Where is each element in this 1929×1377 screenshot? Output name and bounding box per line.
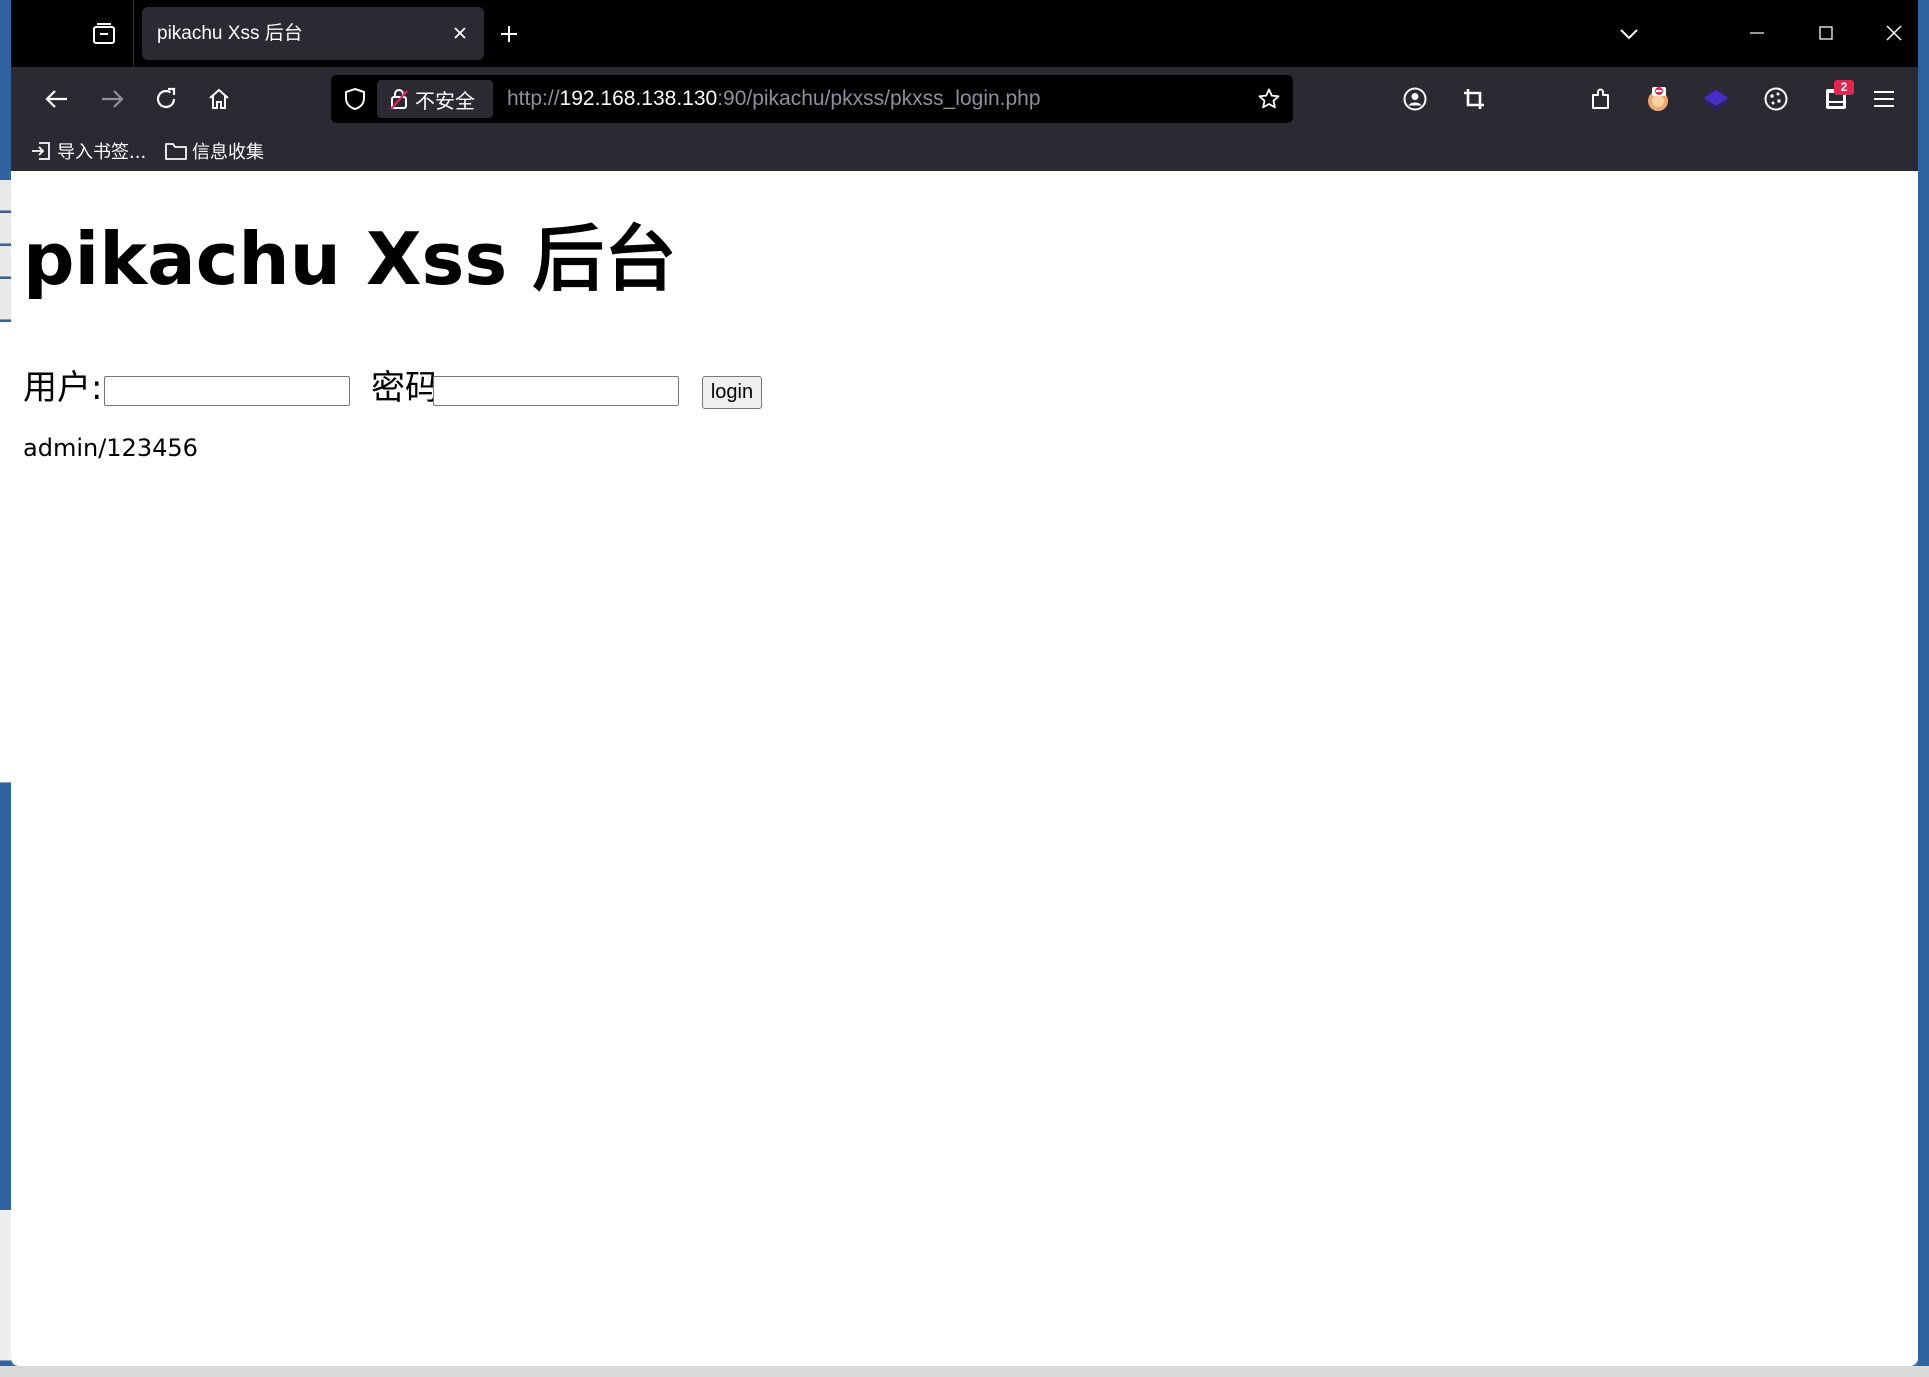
minimize-icon <box>1750 32 1764 34</box>
extension-avatar-icon <box>1648 87 1668 111</box>
extensions-button[interactable] <box>1581 79 1621 119</box>
desktop-window-fragment <box>0 322 11 783</box>
close-icon <box>1886 25 1902 41</box>
import-icon <box>29 139 53 163</box>
desktop-taskbar-edge <box>0 1366 1929 1377</box>
username-input[interactable] <box>104 376 350 406</box>
bookmark-import[interactable]: 导入书签... <box>29 135 146 167</box>
bookmark-folder-info[interactable]: 信息收集 <box>164 135 264 167</box>
folder-icon <box>164 139 188 163</box>
app-menu-button[interactable] <box>1864 79 1904 119</box>
desktop-background-left <box>0 0 11 1377</box>
puzzle-icon <box>1592 88 1609 109</box>
bookmark-label: 信息收集 <box>192 142 264 163</box>
url-scheme: http:// <box>507 87 560 110</box>
firefox-view-button[interactable] <box>86 16 122 52</box>
page-title: pikachu Xss 后台 <box>23 217 677 301</box>
address-bar[interactable]: 不安全 http://192.168.138.130:90/pikachu/pk… <box>331 75 1293 123</box>
crop-icon <box>1464 89 1484 109</box>
extension-layers-button[interactable] <box>1696 79 1736 119</box>
maximize-icon <box>1819 26 1833 40</box>
home-icon <box>209 88 229 109</box>
extension-hackbar-button[interactable] <box>1638 79 1678 119</box>
arrow-right-icon <box>102 90 124 108</box>
tab-close-button[interactable] <box>448 21 472 45</box>
url-path: :90/pikachu/pkxss/pkxss_login.php <box>717 87 1041 110</box>
back-button[interactable] <box>37 79 77 119</box>
tab-strip: pikachu Xss 后台 <box>11 0 1918 67</box>
maximize-button[interactable] <box>1801 10 1851 56</box>
close-window-button[interactable] <box>1869 10 1918 56</box>
tab-active[interactable]: pikachu Xss 后台 <box>142 7 484 60</box>
extension-badge-count: 2 <box>1834 80 1854 95</box>
insecure-lock-icon <box>385 85 413 113</box>
account-icon <box>1403 87 1427 111</box>
bookmark-label: 导入书签... <box>57 142 147 163</box>
reload-icon <box>156 87 176 109</box>
site-security-button[interactable]: 不安全 <box>377 80 493 118</box>
credentials-hint: admin/123456 <box>23 434 198 462</box>
account-button[interactable] <box>1395 79 1435 119</box>
tracking-protection-button[interactable] <box>341 85 369 113</box>
layers-icon <box>1703 90 1729 111</box>
close-icon <box>454 27 466 39</box>
tab-title: pikachu Xss 后台 <box>157 23 303 44</box>
bookmark-star-button[interactable] <box>1255 85 1283 113</box>
desktop-background-right <box>1918 0 1929 1377</box>
username-label: 用户: <box>23 368 103 408</box>
desktop-window-fragment <box>0 213 11 244</box>
desktop-window-fragment <box>0 246 11 277</box>
minimize-button[interactable] <box>1732 10 1782 56</box>
plus-icon <box>501 26 517 42</box>
password-input[interactable] <box>433 376 679 406</box>
extension-notes-button[interactable]: 2 <box>1816 79 1856 119</box>
firefox-view-icon <box>93 23 115 44</box>
bookmarks-toolbar: 导入书签... 信息收集 <box>11 131 1918 171</box>
navigation-toolbar: 不安全 http://192.168.138.130:90/pikachu/pk… <box>11 67 1918 131</box>
new-tab-button[interactable] <box>491 16 527 52</box>
url-host: 192.168.138.130 <box>559 87 718 110</box>
security-label: 不安全 <box>415 88 475 113</box>
login-button[interactable]: login <box>702 376 762 409</box>
desktop-window-fragment <box>0 180 11 211</box>
browser-window: pikachu Xss 后台 不安全 http://192.168.138.13… <box>11 0 1918 1366</box>
chevron-down-icon <box>1620 29 1638 40</box>
tab-separator <box>133 0 134 67</box>
password-label: 密码 <box>371 368 439 408</box>
cookie-icon <box>1764 87 1788 111</box>
star-icon <box>1258 88 1280 109</box>
list-all-tabs-button[interactable] <box>1611 16 1647 52</box>
forward-button[interactable] <box>92 79 132 119</box>
home-button[interactable] <box>199 79 239 119</box>
hamburger-menu-icon <box>1874 91 1894 107</box>
url-text[interactable]: http://192.168.138.130:90/pikachu/pkxss/… <box>507 75 1041 123</box>
reload-button[interactable] <box>146 79 186 119</box>
desktop-window-fragment <box>0 279 11 320</box>
shield-icon <box>345 87 365 111</box>
extension-cookie-button[interactable] <box>1756 79 1796 119</box>
screenshot-crop-button[interactable] <box>1454 79 1494 119</box>
desktop-window-fragment <box>0 1210 11 1361</box>
page-content: pikachu Xss 后台 用户: 密码 login admin/123456 <box>11 171 1918 1366</box>
arrow-left-icon <box>45 90 67 108</box>
